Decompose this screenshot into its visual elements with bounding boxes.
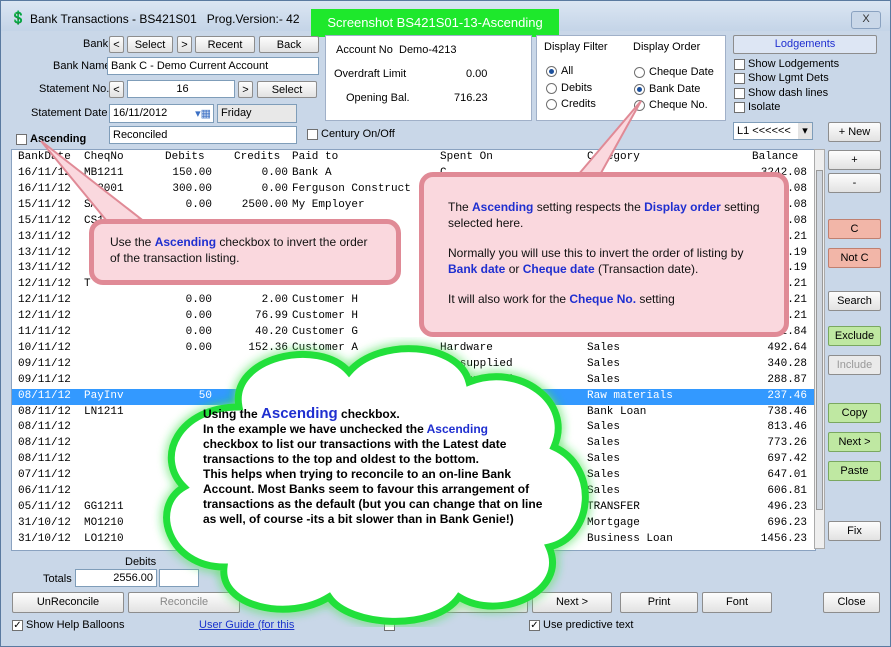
left-callout-pointer xyxy=(40,140,144,228)
bank-transactions-window: 💲 Bank Transactions - BS421S01 Prog.Vers… xyxy=(0,0,891,647)
ascending-callout: Use the Ascending checkbox to invert the… xyxy=(89,219,401,285)
display-order-callout: The Ascending setting respects the Displ… xyxy=(419,172,789,337)
cloud-text: Using the Ascending checkbox. In the exa… xyxy=(203,405,543,526)
